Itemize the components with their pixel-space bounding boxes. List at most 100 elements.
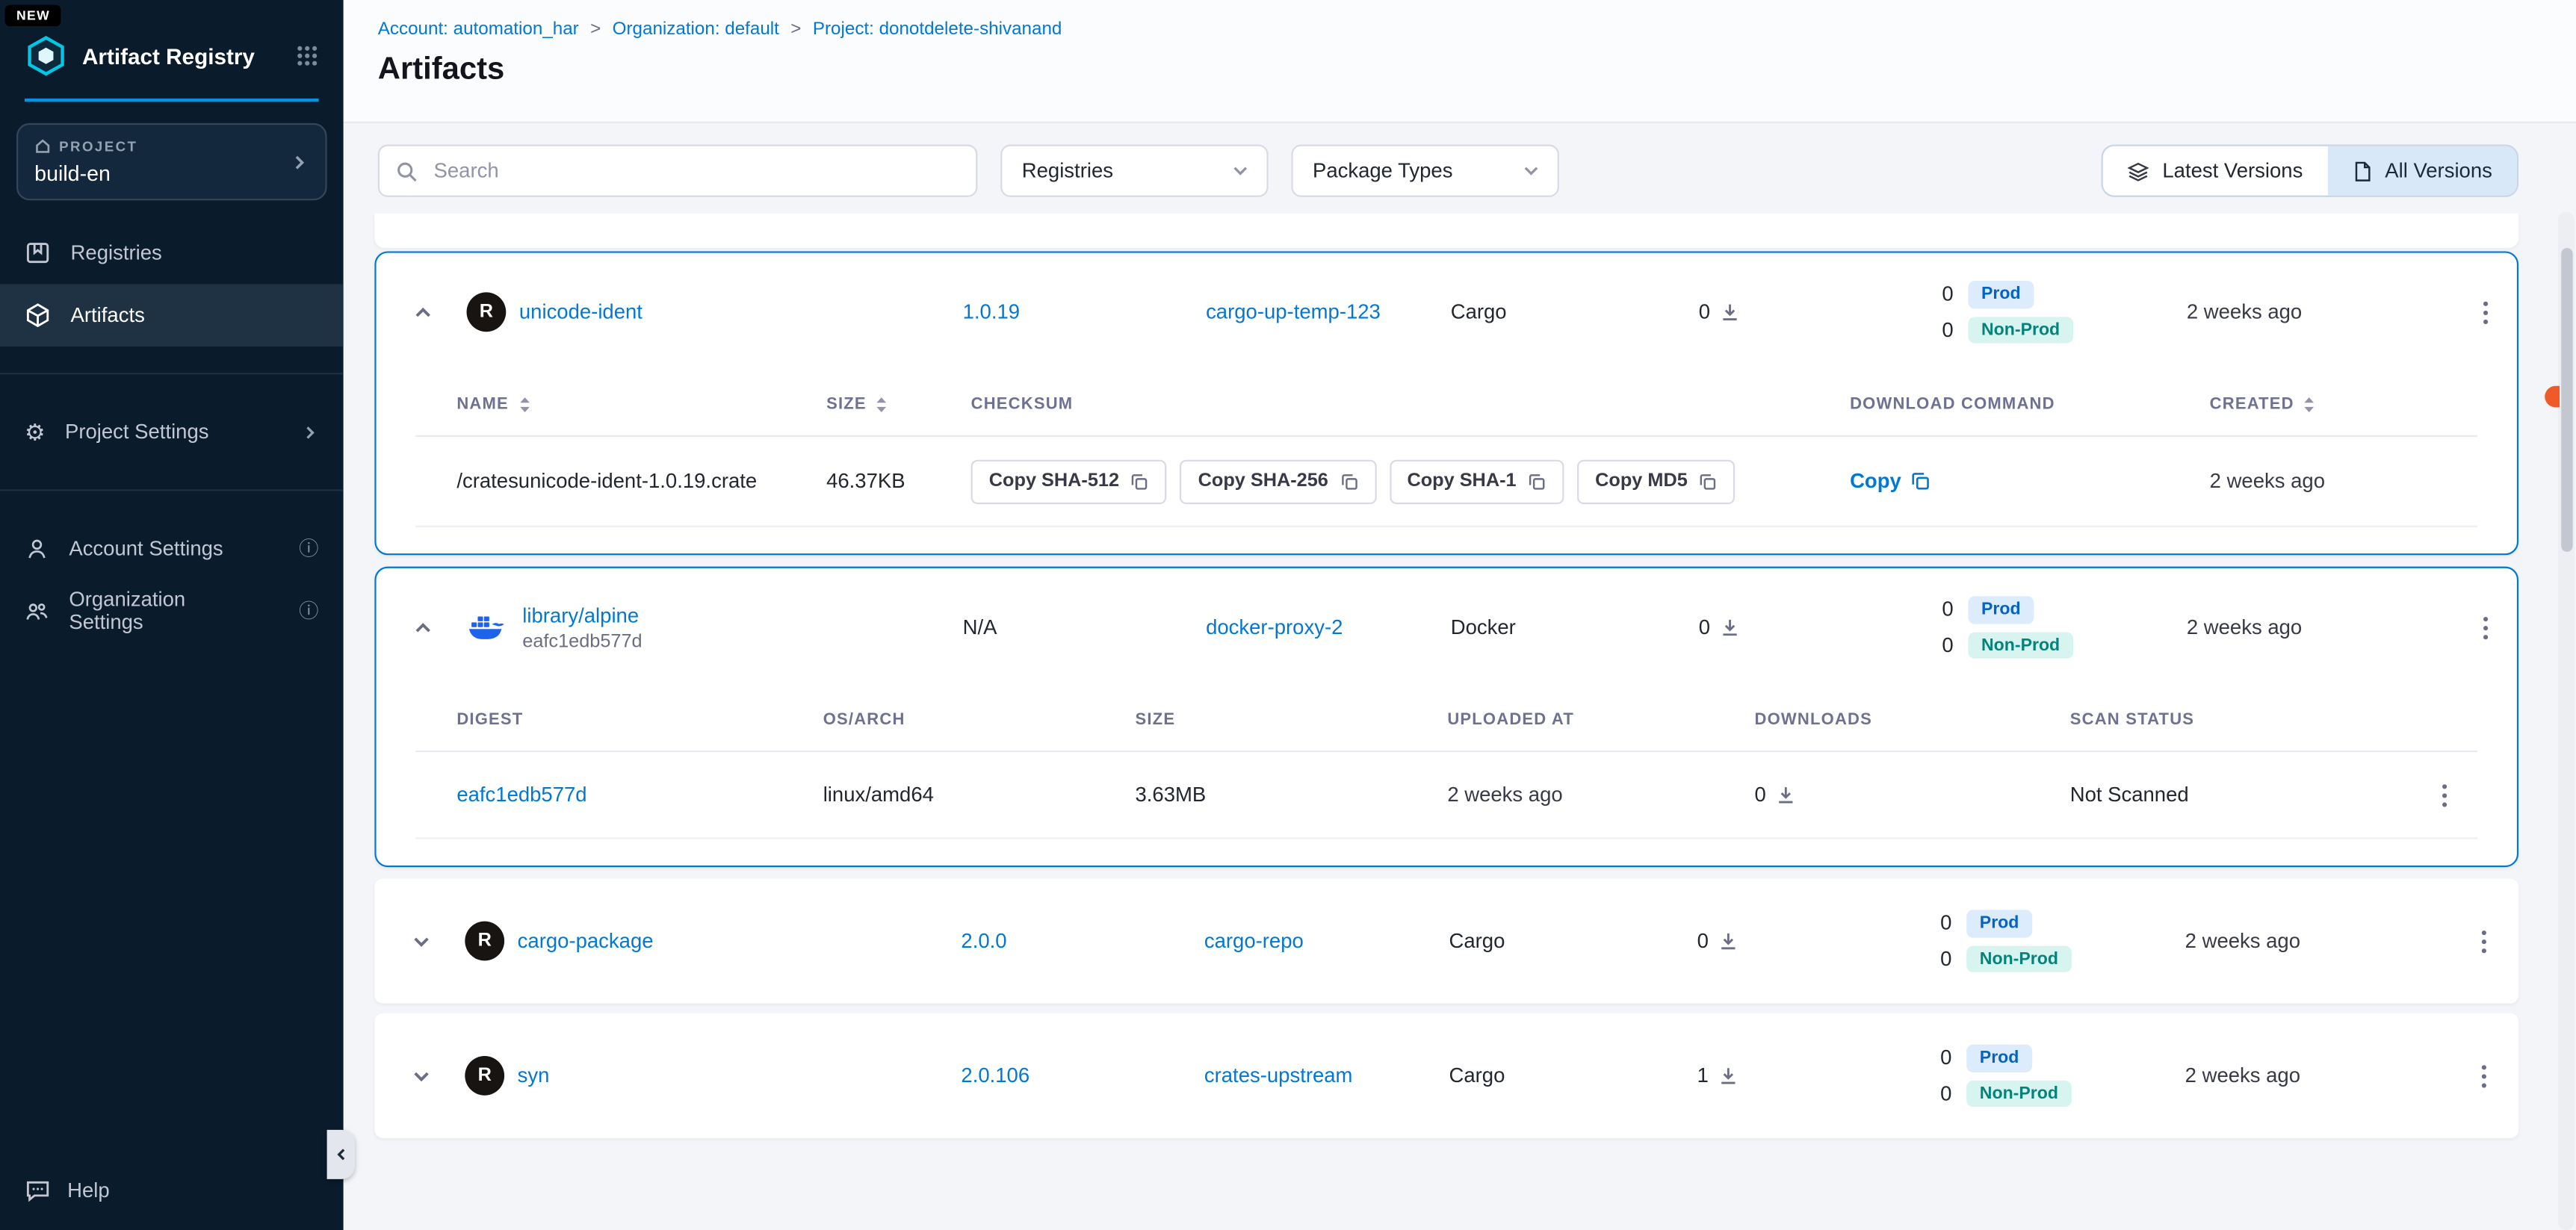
- artifact-registry-link[interactable]: cargo-up-temp-123: [1206, 300, 1451, 323]
- file-row: /cratesunicode-ident-1.0.19.crate 46.37K…: [415, 437, 2477, 527]
- sidebar-collapse-button[interactable]: [327, 1130, 355, 1179]
- artifact-name-link[interactable]: syn: [518, 1064, 550, 1087]
- organization-icon: [25, 599, 49, 624]
- copy-download-command-button[interactable]: Copy: [1850, 470, 2210, 493]
- toolbar: Registries Package Types: [344, 123, 2576, 197]
- row-menu-button[interactable]: [2451, 568, 2520, 686]
- artifact-name-link[interactable]: cargo-package: [518, 930, 654, 953]
- digest-link[interactable]: eafc1edb577d: [456, 783, 823, 807]
- sidebar-item-artifacts[interactable]: Artifacts: [0, 284, 344, 347]
- row-menu-button[interactable]: [2450, 1013, 2518, 1138]
- module-grid-icon[interactable]: [296, 44, 319, 67]
- prod-badge: Prod: [1968, 596, 2034, 623]
- copy-sha512-button[interactable]: Copy SHA-512: [971, 459, 1167, 503]
- column-header-created[interactable]: CREATED: [2210, 396, 2477, 414]
- breadcrumb: Account: automation_har > Organization: …: [378, 19, 2518, 39]
- breadcrumb-organization[interactable]: Organization: default: [613, 19, 779, 39]
- info-icon: ⓘ: [299, 601, 318, 621]
- sort-icon: [2303, 396, 2318, 414]
- help-button[interactable]: Help: [25, 1178, 110, 1204]
- file-name: /cratesunicode-ident-1.0.19.crate: [456, 470, 826, 493]
- vertical-scrollbar[interactable]: [2558, 212, 2575, 1230]
- all-versions-toggle[interactable]: All Versions: [2327, 146, 2517, 196]
- download-icon: [1720, 302, 1739, 322]
- prod-badge: Prod: [1968, 281, 2034, 308]
- column-header-size: SIZE: [1136, 711, 1448, 729]
- registries-icon: [25, 240, 51, 266]
- project-name: build-en: [34, 161, 289, 186]
- registries-filter-dropdown[interactable]: Registries: [1000, 145, 1268, 197]
- package-types-filter-dropdown[interactable]: Package Types: [1291, 145, 1558, 197]
- column-header-digest: DIGEST: [456, 711, 823, 729]
- download-icon: [1720, 618, 1739, 637]
- column-header-uploaded-at: UPLOADED AT: [1447, 711, 1754, 729]
- column-header-os-arch: OS/ARCH: [823, 711, 1136, 729]
- copy-sha256-button[interactable]: Copy SHA-256: [1180, 459, 1375, 503]
- artifact-registry-link[interactable]: crates-upstream: [1204, 1064, 1449, 1087]
- brand-underline: [25, 99, 319, 102]
- project-selector[interactable]: PROJECT build-en: [16, 123, 327, 200]
- artifact-version-link[interactable]: 2.0.106: [961, 1064, 1204, 1087]
- sidebar-item-account-settings[interactable]: Account Settings ⓘ: [0, 518, 344, 580]
- row-menu-button[interactable]: [2451, 253, 2520, 371]
- page-title: Artifacts: [378, 52, 2518, 88]
- copy-icon: [1340, 472, 1357, 490]
- copy-md5-button[interactable]: Copy MD5: [1577, 459, 1736, 503]
- breadcrumb-separator: >: [590, 19, 601, 39]
- sidebar-item-organization-settings[interactable]: Organization Settings ⓘ: [0, 580, 344, 642]
- artifact-type: Cargo: [1449, 930, 1697, 953]
- column-header-name[interactable]: NAME: [456, 396, 826, 414]
- sidebar-item-label: Project Settings: [65, 420, 209, 444]
- nonprod-badge: Non-Prod: [1968, 632, 2072, 659]
- sidebar-item-registries[interactable]: Registries: [0, 222, 344, 285]
- artifact-version-link[interactable]: 2.0.0: [961, 930, 1204, 953]
- search-icon: [396, 160, 418, 181]
- updated-time: 2 weeks ago: [2187, 616, 2451, 639]
- deployments-cell: 0 Prod 0 Non-Prod: [1939, 910, 2185, 972]
- artifact-registry-link[interactable]: cargo-repo: [1204, 930, 1449, 953]
- digest-row-menu-button[interactable]: [2412, 752, 2477, 837]
- search-input[interactable]: [430, 158, 959, 184]
- package-types-filter-label: Package Types: [1313, 159, 1452, 182]
- latest-versions-toggle[interactable]: Latest Versions: [2103, 146, 2327, 196]
- kebab-icon: [2483, 615, 2489, 640]
- breadcrumb-project[interactable]: Project: donotdelete-shivanand: [813, 19, 1062, 39]
- artifact-type: Cargo: [1451, 300, 1699, 323]
- artifact-card-library-alpine: library/alpine eafc1edb577d N/A docker-p…: [374, 567, 2518, 867]
- breadcrumb-account[interactable]: Account: automation_har: [378, 19, 579, 39]
- nav-divider: [0, 373, 344, 374]
- new-badge: NEW: [5, 5, 62, 27]
- expand-toggle[interactable]: [374, 1065, 466, 1087]
- artifact-version-link[interactable]: 1.0.19: [963, 300, 1206, 323]
- artifact-name-link[interactable]: unicode-ident: [519, 300, 643, 323]
- collapse-toggle[interactable]: [377, 617, 468, 639]
- collapse-toggle[interactable]: [377, 302, 468, 323]
- app-root: NEW Artifact Registry: [0, 0, 2576, 1230]
- scrollbar-thumb[interactable]: [2560, 248, 2572, 552]
- artifact-name-link[interactable]: library/alpine: [522, 603, 642, 627]
- chevron-down-icon: [410, 1065, 432, 1087]
- copy-icon: [1699, 472, 1717, 490]
- artifact-type: Docker: [1451, 616, 1699, 639]
- info-icon: ⓘ: [299, 538, 318, 558]
- download-count: 0: [1699, 300, 1710, 323]
- sidebar: NEW Artifact Registry: [0, 0, 344, 1230]
- expand-toggle[interactable]: [374, 931, 466, 952]
- prod-count: 0: [1939, 1046, 1952, 1069]
- file-icon: [2352, 160, 2371, 181]
- main-content: Account: automation_har > Organization: …: [344, 0, 2576, 1230]
- artifact-version: N/A: [963, 616, 1206, 639]
- copy-sha1-button[interactable]: Copy SHA-1: [1389, 459, 1564, 503]
- artifact-registry-link[interactable]: docker-proxy-2: [1206, 616, 1451, 639]
- sidebar-item-label: Organization Settings: [69, 588, 259, 634]
- artifact-summary-row: R unicode-ident 1.0.19 cargo-up-temp-123…: [377, 253, 2517, 371]
- files-table: NAME SIZE CHECKSUM DOWNLOAD COMMAND CREA…: [415, 374, 2477, 553]
- updated-time: 2 weeks ago: [2187, 300, 2451, 323]
- copy-icon: [1528, 472, 1546, 490]
- sidebar-item-project-settings[interactable]: ⚙ Project Settings: [0, 401, 344, 464]
- digest-size: 3.63MB: [1136, 783, 1448, 807]
- column-header-size[interactable]: SIZE: [826, 396, 971, 414]
- prod-badge: Prod: [1966, 1045, 2032, 1072]
- row-menu-button[interactable]: [2450, 878, 2518, 1003]
- kebab-icon: [2483, 299, 2489, 324]
